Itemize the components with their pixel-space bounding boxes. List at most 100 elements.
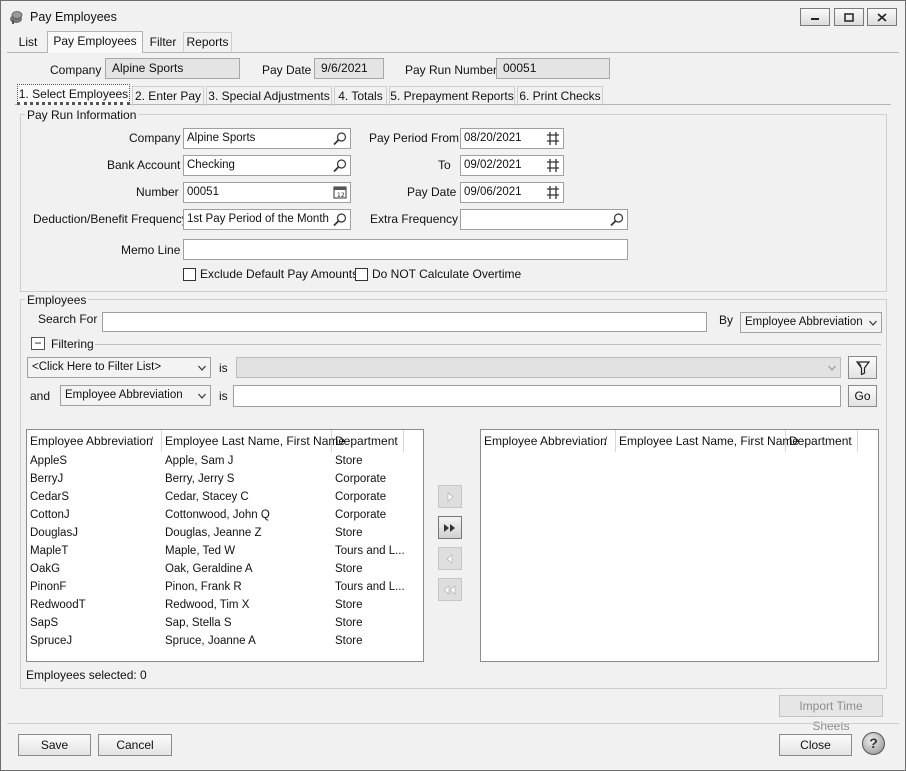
no-overtime-checkbox[interactable] <box>355 268 368 281</box>
lookup-icon[interactable] <box>332 131 348 146</box>
exclude-default-pay-checkbox[interactable] <box>183 268 196 281</box>
memo-line-label: Memo Line <box>121 243 181 257</box>
tab-filter[interactable]: Filter <box>144 32 182 52</box>
save-button[interactable]: Save <box>18 734 91 756</box>
search-by-select[interactable]: Employee Abbreviation <box>740 312 882 333</box>
filter2-value-input[interactable] <box>233 385 841 407</box>
import-time-sheets-button[interactable]: Import Time Sheets <box>779 695 883 733</box>
table-row[interactable]: MapleT Maple, Ted W Tours and L... <box>27 542 407 560</box>
header-pay-run-number-field: 00051 <box>496 58 610 79</box>
svg-text:12: 12 <box>337 192 345 199</box>
table-row[interactable]: CottonJ Cottonwood, John Q Corporate <box>27 506 407 524</box>
calendar-icon[interactable] <box>545 158 561 173</box>
pay-period-from-value: 08/20/2021 <box>464 132 522 144</box>
move-all-left-button[interactable] <box>438 578 462 601</box>
cell-name: Cedar, Stacey C <box>165 491 249 503</box>
extra-frequency-field[interactable] <box>460 209 628 230</box>
cell-abbr: RedwoodT <box>30 599 86 611</box>
selected-employees-list[interactable]: Employee Abbreviation / Employee Last Na… <box>480 429 879 662</box>
lookup-icon[interactable] <box>332 158 348 173</box>
by-label: By <box>719 313 734 327</box>
cell-name: Pinon, Frank R <box>165 581 242 593</box>
table-row[interactable]: PinonF Pinon, Frank R Tours and L... <box>27 578 407 596</box>
column-header-name[interactable]: Employee Last Name, First Name <box>162 430 345 452</box>
filter-operand-select[interactable] <box>236 357 841 378</box>
column-header-department[interactable]: Department <box>786 430 858 452</box>
column-header-abbreviation[interactable]: Employee Abbreviation <box>27 430 162 452</box>
close-window-button[interactable] <box>867 8 897 26</box>
cell-dept: Corporate <box>335 473 387 485</box>
column-header-department[interactable]: Department <box>332 430 404 452</box>
tab-special-adjustments[interactable]: 3. Special Adjustments <box>206 86 332 106</box>
tab-print-checks[interactable]: 6. Print Checks <box>517 86 603 106</box>
pay-period-to-field[interactable]: 09/02/2021 <box>460 155 564 176</box>
app-icon <box>10 11 23 24</box>
lookup-icon[interactable] <box>609 212 625 227</box>
cell-abbr: AppleS <box>30 455 68 467</box>
table-row[interactable]: BerryJ Berry, Jerry S Corporate <box>27 470 407 488</box>
cell-dept: Store <box>335 635 363 647</box>
tab-reports[interactable]: Reports <box>183 32 232 52</box>
tab-enter-pay[interactable]: 2. Enter Pay <box>132 86 204 106</box>
filtering-label: Filtering <box>51 337 94 351</box>
lookup-icon[interactable] <box>332 212 348 227</box>
tab-list[interactable]: List <box>11 32 45 52</box>
number-field[interactable]: 00051 12 <box>183 182 351 203</box>
number-picker-icon[interactable]: 12 <box>332 185 348 200</box>
cancel-button[interactable]: Cancel <box>98 734 172 756</box>
table-row[interactable]: OakG Oak, Geraldine A Store <box>27 560 407 578</box>
column-header-abbreviation[interactable]: Employee Abbreviation <box>481 430 616 452</box>
close-button[interactable]: Close <box>779 734 852 756</box>
move-all-right-button[interactable] <box>438 516 462 539</box>
sort-ascending-icon: / <box>150 434 154 448</box>
available-employees-list[interactable]: Employee Abbreviation / Employee Last Na… <box>26 429 424 662</box>
move-left-button[interactable] <box>438 547 462 570</box>
filter2-field-select[interactable]: Employee Abbreviation <box>60 385 211 406</box>
number-label: Number <box>136 185 179 199</box>
search-input[interactable] <box>102 312 707 332</box>
tab-select-employees[interactable]: 1. Select Employees <box>17 84 130 105</box>
employees-selected-count: Employees selected: 0 <box>26 668 147 682</box>
help-button[interactable]: ? <box>862 732 885 755</box>
table-row[interactable]: CedarS Cedar, Stacey C Corporate <box>27 488 407 506</box>
go-button[interactable]: Go <box>848 385 877 407</box>
tab-prepayment-reports[interactable]: 5. Prepayment Reports <box>389 86 515 106</box>
table-row[interactable]: AppleS Apple, Sam J Store <box>27 452 407 470</box>
bank-account-field[interactable]: Checking <box>183 155 351 176</box>
arrow-right-icon <box>447 491 454 502</box>
column-header-name[interactable]: Employee Last Name, First Name <box>616 430 799 452</box>
tab-totals[interactable]: 4. Totals <box>334 86 387 106</box>
table-row[interactable]: RedwoodT Redwood, Tim X Store <box>27 596 407 614</box>
header-pay-date-field: 9/6/2021 <box>314 58 384 79</box>
deduction-frequency-label: Deduction/Benefit Frequency <box>33 212 188 226</box>
cell-name: Redwood, Tim X <box>165 599 250 611</box>
minimize-button[interactable] <box>800 8 830 26</box>
cell-abbr: BerryJ <box>30 473 64 485</box>
header-pay-run-number-label: Pay Run Number <box>405 63 498 77</box>
table-row[interactable]: SapS Sap, Stella S Store <box>27 614 407 632</box>
table-row[interactable]: DouglasJ Douglas, Jeanne Z Store <box>27 524 407 542</box>
filter-field-select[interactable]: <Click Here to Filter List> <box>27 357 211 378</box>
is-label: is <box>219 361 228 375</box>
chevron-down-icon <box>198 393 206 399</box>
company-field[interactable]: Alpine Sports <box>183 128 351 149</box>
company-label: Company <box>129 131 181 145</box>
title-bar: Pay Employees <box>1 1 905 33</box>
tab-pay-employees[interactable]: Pay Employees <box>47 31 143 53</box>
pay-employees-window: Pay Employees List Pay Employees Filter … <box>0 0 906 771</box>
pay-date-field[interactable]: 09/06/2021 <box>460 182 564 203</box>
no-overtime-label: Do NOT Calculate Overtime <box>372 267 522 281</box>
pay-period-from-field[interactable]: 08/20/2021 <box>460 128 564 149</box>
calendar-icon[interactable] <box>545 185 561 200</box>
pay-date-value: 09/06/2021 <box>464 186 522 198</box>
table-row[interactable]: SpruceJ Spruce, Joanne A Store <box>27 632 407 650</box>
apply-filter-button[interactable] <box>848 356 877 379</box>
employees-title: Employees <box>25 293 89 307</box>
maximize-button[interactable] <box>834 8 864 26</box>
move-right-button[interactable] <box>438 485 462 508</box>
deduction-frequency-field[interactable]: 1st Pay Period of the Month <box>183 209 351 230</box>
calendar-icon[interactable] <box>545 131 561 146</box>
header-company-label: Company <box>50 63 102 77</box>
memo-line-field[interactable] <box>183 239 628 260</box>
filtering-collapse-toggle[interactable]: − <box>31 337 45 350</box>
